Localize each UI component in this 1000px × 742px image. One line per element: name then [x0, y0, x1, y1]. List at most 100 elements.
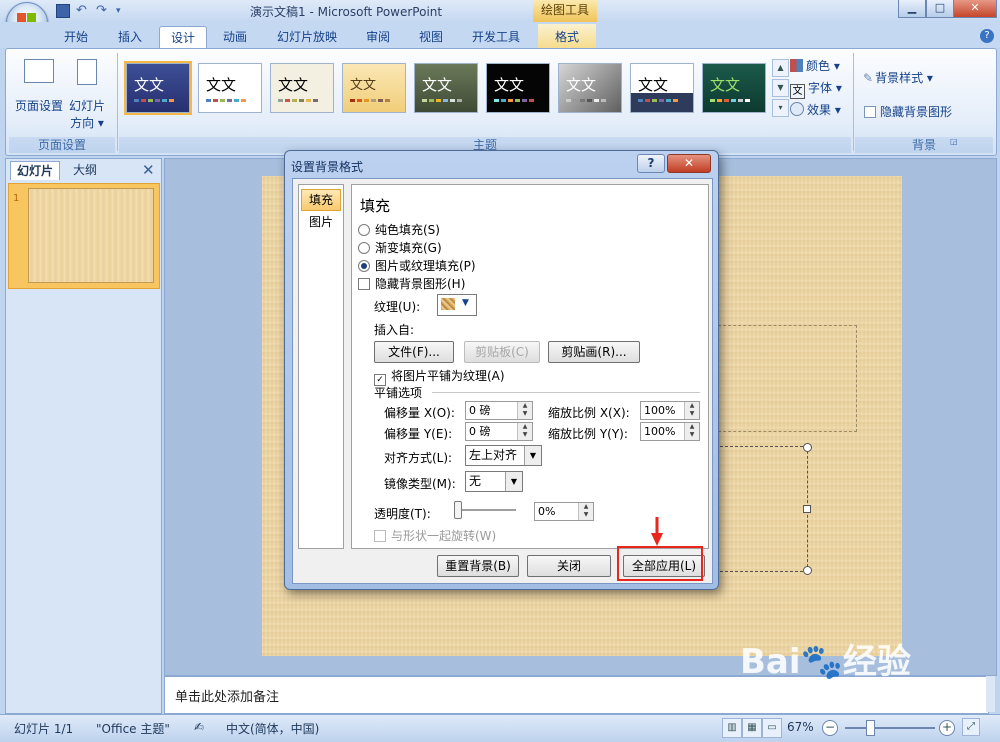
file-button[interactable]: 文件(F)... [374, 341, 454, 363]
theme-colors-button[interactable]: 颜色 ▾ [790, 57, 840, 74]
mirror-label: 镜像类型(M): [384, 477, 456, 491]
nav-item-fill[interactable]: 填充 [301, 189, 341, 211]
background-styles-button[interactable]: ✎ 背景样式 ▾ [863, 69, 933, 86]
slide-sorter-icon[interactable]: ▦ [742, 718, 762, 738]
close-pane-icon[interactable]: ✕ [142, 161, 155, 179]
transparency-slider-thumb[interactable] [454, 501, 462, 519]
group-separator [117, 53, 118, 151]
radio-picture-texture-fill[interactable]: 图片或纹理填充(P) [358, 257, 476, 274]
gallery-more-icon[interactable]: ▾ [772, 99, 789, 117]
close-button[interactable]: 关闭 [527, 555, 611, 577]
zoom-slider[interactable] [845, 727, 935, 729]
tab-developer[interactable]: 开发工具 [472, 28, 520, 45]
mirror-select[interactable]: 无 ▼ [465, 471, 523, 492]
slideshow-view-icon[interactable]: ▭ [762, 718, 782, 738]
clipboard-button[interactable]: 剪贴板(C) [464, 341, 540, 363]
language[interactable]: 中文(简体，中国) [226, 720, 319, 737]
notes-scrollbar[interactable] [986, 676, 995, 712]
tab-insert[interactable]: 插入 [118, 28, 142, 45]
normal-view-icon[interactable]: ▥ [722, 718, 742, 738]
spinner-arrows-icon[interactable]: ▲ ▼ [684, 402, 699, 419]
theme-color-bars [350, 99, 390, 102]
offset-y-spinner[interactable]: 0 磅 ▲ ▼ [465, 422, 533, 441]
rotate-with-shape-label: 与形状一起旋转(W) [391, 529, 497, 543]
theme-color-bars [494, 99, 534, 102]
theme-thumbnail[interactable]: 文文 [630, 63, 694, 113]
slide-orientation-label: 幻灯片 [68, 99, 105, 113]
theme-thumbnail[interactable]: 文文 [702, 63, 766, 113]
theme-fonts-button[interactable]: 文字体 ▾ [790, 79, 842, 99]
dialog-launcher-icon[interactable]: ◲ [950, 137, 958, 146]
theme-thumbnail[interactable]: 文文 [486, 63, 550, 113]
scale-y-spinner[interactable]: 100% ▲ ▼ [640, 422, 700, 441]
tab-design[interactable]: 设计 [159, 26, 207, 49]
zoom-slider-thumb[interactable] [866, 720, 875, 736]
theme-thumbnail[interactable]: 文文 [124, 61, 192, 115]
theme-thumbnail[interactable]: 文文 [270, 63, 334, 113]
resize-handle[interactable] [803, 566, 812, 575]
spellcheck-icon[interactable]: ✍ [194, 720, 204, 734]
dialog-close-button[interactable]: ✕ [667, 154, 711, 173]
scale-x-spinner[interactable]: 100% ▲ ▼ [640, 401, 700, 420]
page-setup-button[interactable]: 页面设置 [14, 59, 64, 114]
zoom-out-icon[interactable]: − [822, 720, 838, 736]
tab-review[interactable]: 审阅 [366, 28, 390, 45]
tab-outline[interactable]: 大纲 [62, 161, 108, 179]
zoom-in-icon[interactable]: + [939, 720, 955, 736]
spinner-arrows-icon[interactable]: ▲ ▼ [684, 423, 699, 440]
gallery-scroll-down-icon[interactable]: ▼ [772, 79, 789, 97]
clipart-button[interactable]: 剪贴画(R)... [548, 341, 640, 363]
transparency-spinner[interactable]: 0% ▲ ▼ [534, 502, 594, 521]
undo-icon[interactable]: ↶ [76, 4, 90, 18]
align-select[interactable]: 左上对齐 ▼ [465, 445, 542, 466]
redo-icon[interactable]: ↷ [96, 4, 110, 18]
minimize-button[interactable]: ▁ [898, 0, 926, 18]
reset-background-button[interactable]: 重置背景(B) [437, 555, 519, 577]
radio-solid-fill[interactable]: 纯色填充(S) [358, 221, 440, 238]
theme-sample-text: 文文 [494, 76, 525, 94]
fit-to-window-icon[interactable]: ⤢ [962, 718, 980, 736]
close-window-button[interactable]: ✕ [953, 0, 997, 18]
transparency-label: 透明度(T): [374, 507, 431, 521]
rotate-with-shape-checkbox[interactable]: 与形状一起旋转(W) [374, 527, 496, 544]
spinner-arrows-icon[interactable]: ▲ ▼ [578, 503, 593, 520]
slides-pane: 幻灯片 大纲 ✕ 1 [5, 158, 162, 714]
hide-background-graphics-checkbox[interactable]: 隐藏背景图形 [864, 103, 952, 120]
zoom-level[interactable]: 67% [787, 720, 814, 734]
offset-x-spinner[interactable]: 0 磅 ▲ ▼ [465, 401, 533, 420]
colors-icon [790, 59, 803, 72]
slide-orientation-button[interactable]: 幻灯片 方向 ▾ [66, 59, 108, 131]
tab-slides[interactable]: 幻灯片 [10, 161, 60, 180]
theme-sample-text: 文文 [422, 76, 453, 94]
theme-thumbnail[interactable]: 文文 [198, 63, 262, 113]
tab-animations[interactable]: 动画 [223, 28, 247, 45]
tab-slideshow[interactable]: 幻灯片放映 [277, 28, 337, 45]
resize-handle[interactable] [803, 443, 812, 452]
hide-background-checkbox[interactable]: 隐藏背景图形(H) [358, 275, 465, 292]
theme-thumbnail[interactable]: 文文 [558, 63, 622, 113]
help-icon[interactable]: ? [980, 29, 994, 43]
dialog-help-button[interactable]: ? [637, 154, 665, 173]
radio-gradient-fill[interactable]: 渐变填充(G) [358, 239, 442, 256]
tab-format[interactable]: 格式 [538, 24, 596, 48]
theme-thumbnail[interactable]: 文文 [342, 63, 406, 113]
gallery-scroll-up-icon[interactable]: ▲ [772, 59, 789, 77]
tab-view[interactable]: 视图 [419, 28, 443, 45]
maximize-button[interactable]: □ [926, 0, 954, 18]
spinner-arrows-icon[interactable]: ▲ ▼ [517, 402, 532, 419]
transparency-slider[interactable] [454, 509, 516, 511]
spinner-arrows-icon[interactable]: ▲ ▼ [517, 423, 532, 440]
texture-label: 纹理(U): [374, 300, 421, 314]
slide-thumbnail[interactable] [28, 188, 154, 283]
title-placeholder[interactable] [708, 325, 857, 432]
nav-item-picture[interactable]: 图片 [301, 212, 341, 232]
theme-thumbnail[interactable]: 文文 [414, 63, 478, 113]
panel-heading: 填充 [360, 197, 391, 215]
tab-home[interactable]: 开始 [64, 28, 88, 45]
texture-picker[interactable]: ▼ [437, 294, 477, 316]
theme-effects-button[interactable]: 效果 ▾ [790, 101, 841, 118]
customize-qat-icon[interactable]: ▾ [116, 4, 130, 18]
checkbox-box [358, 278, 370, 290]
resize-handle[interactable] [803, 505, 811, 513]
save-icon[interactable] [56, 4, 70, 18]
